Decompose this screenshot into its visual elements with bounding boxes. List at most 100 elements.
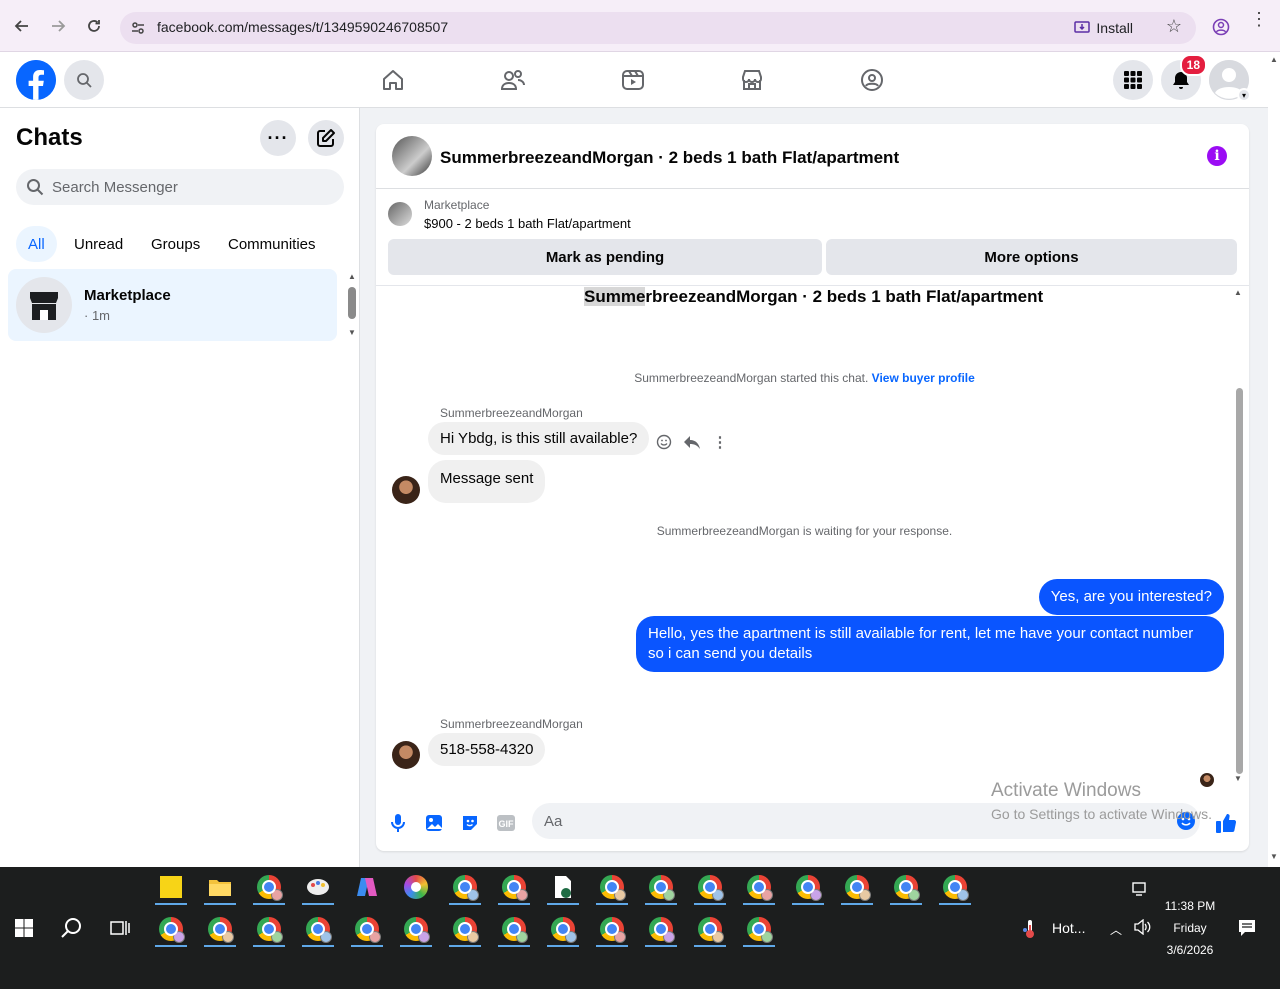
sender-avatar[interactable] xyxy=(392,741,420,769)
chrome-profile-icon[interactable] xyxy=(543,911,583,947)
page-scrollbar[interactable]: ▲ ▼ xyxy=(1268,52,1280,867)
document-icon[interactable] xyxy=(543,869,583,905)
friends-icon[interactable] xyxy=(497,64,529,96)
photos-icon[interactable] xyxy=(396,869,436,905)
chrome-profile-icon[interactable] xyxy=(739,911,779,947)
conversation-title[interactable]: SummerbreezeandMorgan · 2 beds 1 bath Fl… xyxy=(440,148,899,168)
chrome-profile-icon[interactable] xyxy=(886,869,926,905)
search-input[interactable] xyxy=(52,169,332,205)
scroll-down-arrow-icon[interactable]: ▼ xyxy=(348,328,356,337)
paint-icon[interactable] xyxy=(298,869,338,905)
facebook-logo[interactable] xyxy=(16,60,56,100)
tab-all[interactable]: All xyxy=(16,226,57,262)
scrollbar-thumb[interactable] xyxy=(348,287,356,319)
tab-groups[interactable]: Groups xyxy=(139,226,212,262)
reload-icon[interactable] xyxy=(82,14,106,38)
chrome-profile-icon[interactable] xyxy=(641,911,681,947)
listing-thumbnail[interactable] xyxy=(388,202,412,226)
chrome-profile-icon[interactable] xyxy=(445,869,485,905)
sticker-icon[interactable] xyxy=(458,811,482,835)
search-icon[interactable] xyxy=(64,60,104,100)
chrome-profile-icon[interactable] xyxy=(935,869,975,905)
address-bar[interactable]: facebook.com/messages/t/1349590246708507… xyxy=(120,12,1196,44)
scroll-up-arrow-icon[interactable]: ▲ xyxy=(1234,288,1242,297)
copilot-icon[interactable] xyxy=(347,869,387,905)
chrome-profile-icon[interactable] xyxy=(788,869,828,905)
new-message-icon[interactable] xyxy=(308,120,344,156)
clock-date[interactable]: 3/6/2026 xyxy=(1160,943,1220,957)
more-options-icon[interactable]: ··· xyxy=(260,120,296,156)
video-icon[interactable] xyxy=(617,64,649,96)
chrome-profile-icon[interactable] xyxy=(249,869,289,905)
incoming-message[interactable]: 518-558-4320 xyxy=(428,733,546,766)
sender-avatar[interactable] xyxy=(392,476,420,504)
weather-thermometer-icon[interactable] xyxy=(1022,919,1038,944)
home-icon[interactable] xyxy=(377,64,409,96)
profile-icon[interactable] xyxy=(1212,18,1230,41)
reply-icon[interactable] xyxy=(682,432,702,452)
thumbs-up-icon[interactable] xyxy=(1214,811,1238,835)
search-icon[interactable] xyxy=(52,910,92,946)
listing-price[interactable]: $900 - 2 beds 1 bath Flat/apartment xyxy=(424,216,631,231)
view-buyer-profile-link[interactable]: View buyer profile xyxy=(872,371,975,385)
scroll-down-arrow-icon[interactable]: ▼ xyxy=(1234,774,1242,783)
marketplace-icon[interactable] xyxy=(736,64,768,96)
chrome-profile-icon[interactable] xyxy=(739,869,779,905)
notification-center-icon[interactable] xyxy=(1238,919,1256,942)
conversation-avatar[interactable] xyxy=(392,136,432,176)
account-avatar[interactable]: ▾ xyxy=(1209,60,1251,102)
outgoing-message[interactable]: Hello, yes the apartment is still availa… xyxy=(636,616,1224,672)
install-button[interactable]: Install xyxy=(1066,16,1141,40)
volume-icon[interactable] xyxy=(1133,918,1151,940)
clock-time[interactable]: 11:38 PM xyxy=(1160,899,1220,913)
clock-day[interactable]: Friday xyxy=(1160,921,1220,935)
windows-start-icon[interactable] xyxy=(4,910,44,946)
incoming-message[interactable]: Hi Ybdg, is this still available? xyxy=(428,422,650,455)
scrollbar-thumb[interactable] xyxy=(1236,388,1243,774)
photo-icon[interactable] xyxy=(422,811,446,835)
tab-unread[interactable]: Unread xyxy=(62,226,135,262)
microphone-icon[interactable] xyxy=(386,811,410,835)
sidebar-scrollbar[interactable]: ▲ ▼ xyxy=(346,272,358,340)
more-options-button[interactable]: More options xyxy=(826,239,1237,275)
react-emoji-icon[interactable] xyxy=(654,432,674,452)
tray-chevron-up-icon[interactable]: ︿ xyxy=(1110,921,1122,938)
chrome-profile-icon[interactable] xyxy=(494,869,534,905)
chrome-profile-icon[interactable] xyxy=(641,869,681,905)
weather-text[interactable]: Hot... xyxy=(1052,920,1085,936)
file-explorer-icon[interactable] xyxy=(200,869,240,905)
site-info-icon[interactable] xyxy=(130,20,146,41)
chrome-profile-icon[interactable] xyxy=(445,911,485,947)
chrome-profile-icon[interactable] xyxy=(200,911,240,947)
mark-as-pending-button[interactable]: Mark as pending xyxy=(388,239,822,275)
chrome-profile-icon[interactable] xyxy=(396,911,436,947)
tab-communities[interactable]: Communities xyxy=(216,226,328,262)
scroll-up-arrow-icon[interactable]: ▲ xyxy=(1270,55,1278,64)
gif-icon[interactable]: GIF xyxy=(494,811,518,835)
chrome-profile-icon[interactable] xyxy=(249,911,289,947)
outgoing-message[interactable]: Yes, are you interested? xyxy=(1038,579,1224,615)
scroll-down-arrow-icon[interactable]: ▼ xyxy=(1270,852,1278,861)
message-more-icon[interactable]: ⋮ xyxy=(710,432,730,452)
chrome-profile-icon[interactable] xyxy=(690,911,730,947)
chrome-profile-icon[interactable] xyxy=(592,869,632,905)
notifications-bell-icon[interactable]: 18 xyxy=(1161,54,1207,100)
chrome-profile-icon[interactable] xyxy=(347,911,387,947)
forward-icon[interactable] xyxy=(46,14,70,38)
info-icon[interactable]: i xyxy=(1207,146,1227,166)
chrome-profile-icon[interactable] xyxy=(690,869,730,905)
chat-list-item[interactable]: Marketplace · 1m xyxy=(8,269,337,341)
bookmark-star-icon[interactable]: ☆ xyxy=(1166,16,1182,37)
chrome-profile-icon[interactable] xyxy=(494,911,534,947)
chrome-profile-icon[interactable] xyxy=(151,911,191,947)
browser-menu-icon[interactable]: ⋮ xyxy=(1250,10,1268,28)
groups-icon[interactable] xyxy=(856,64,888,96)
back-icon[interactable] xyxy=(10,14,34,38)
conversation-scrollbar[interactable]: ▲ ▼ xyxy=(1233,288,1245,784)
chrome-profile-icon[interactable] xyxy=(837,869,877,905)
menu-grid-icon[interactable] xyxy=(1113,60,1153,100)
scroll-up-arrow-icon[interactable]: ▲ xyxy=(348,272,356,281)
network-icon[interactable] xyxy=(1126,871,1156,907)
chrome-profile-icon[interactable] xyxy=(298,911,338,947)
task-view-icon[interactable] xyxy=(100,910,140,946)
